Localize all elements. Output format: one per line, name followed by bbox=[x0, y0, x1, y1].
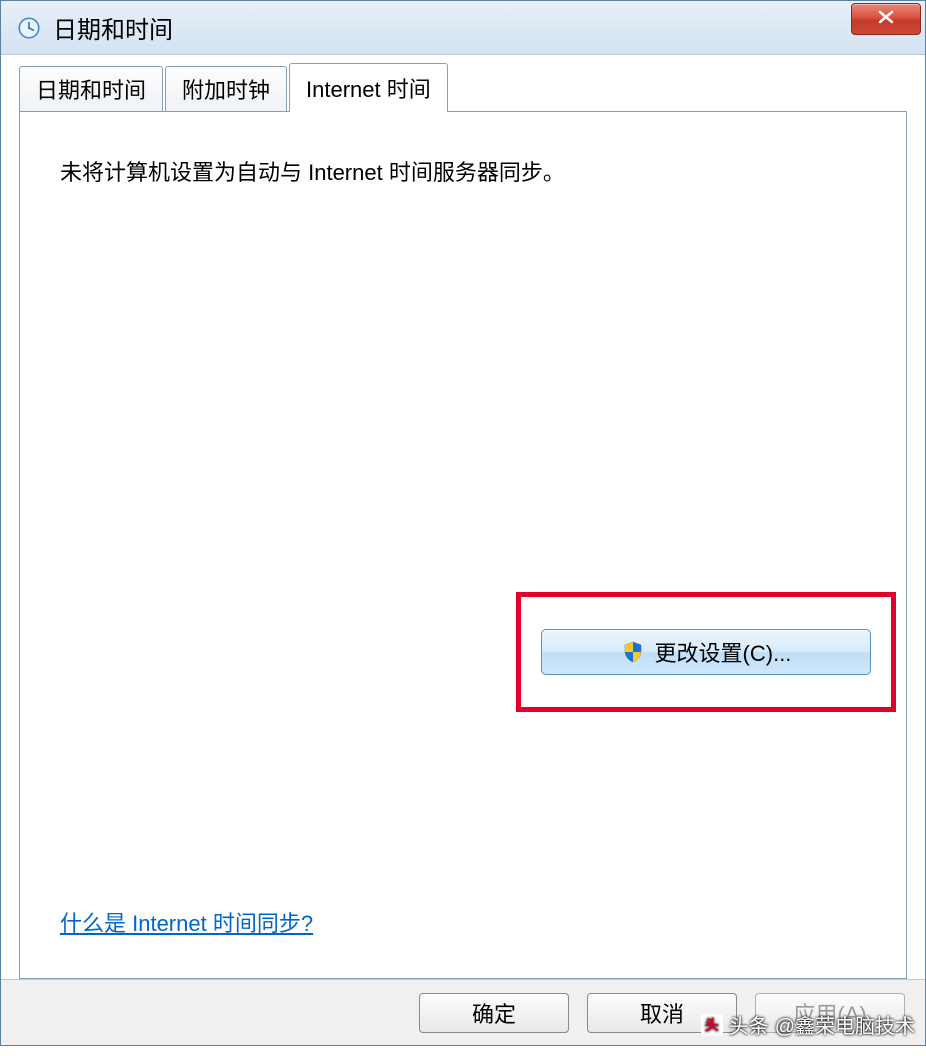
client-area: 日期和时间 附加时钟 Internet 时间 未将计算机设置为自动与 Inter… bbox=[1, 55, 925, 979]
cancel-button[interactable]: 取消 bbox=[587, 993, 737, 1033]
close-icon bbox=[877, 10, 895, 29]
sync-status-text: 未将计算机设置为自动与 Internet 时间服务器同步。 bbox=[60, 158, 866, 189]
tab-strip: 日期和时间 附加时钟 Internet 时间 bbox=[19, 73, 907, 111]
tab-date-time[interactable]: 日期和时间 bbox=[19, 66, 163, 111]
change-settings-button[interactable]: 更改设置(C)... bbox=[541, 629, 871, 675]
clock-icon bbox=[15, 14, 43, 42]
close-button[interactable] bbox=[851, 3, 921, 35]
change-settings-label: 更改设置(C)... bbox=[655, 636, 792, 668]
tab-panel-internet-time: 未将计算机设置为自动与 Internet 时间服务器同步。 bbox=[19, 111, 907, 979]
tab-additional-clocks[interactable]: 附加时钟 bbox=[165, 66, 287, 111]
dialog-button-bar: 确定 取消 应用(A) bbox=[1, 979, 925, 1045]
window-title: 日期和时间 bbox=[53, 10, 917, 45]
titlebar: 日期和时间 bbox=[1, 1, 925, 55]
uac-shield-icon bbox=[621, 640, 645, 664]
ok-button[interactable]: 确定 bbox=[419, 993, 569, 1033]
apply-button: 应用(A) bbox=[755, 993, 905, 1033]
help-link-internet-time-sync[interactable]: 什么是 Internet 时间同步? bbox=[60, 906, 313, 938]
dialog-window: 日期和时间 日期和时间 附加时钟 Internet 时间 未将计算机设置为自动与… bbox=[0, 0, 926, 1046]
tab-internet-time[interactable]: Internet 时间 bbox=[289, 63, 448, 112]
annotation-highlight: 更改设置(C)... bbox=[516, 592, 896, 712]
